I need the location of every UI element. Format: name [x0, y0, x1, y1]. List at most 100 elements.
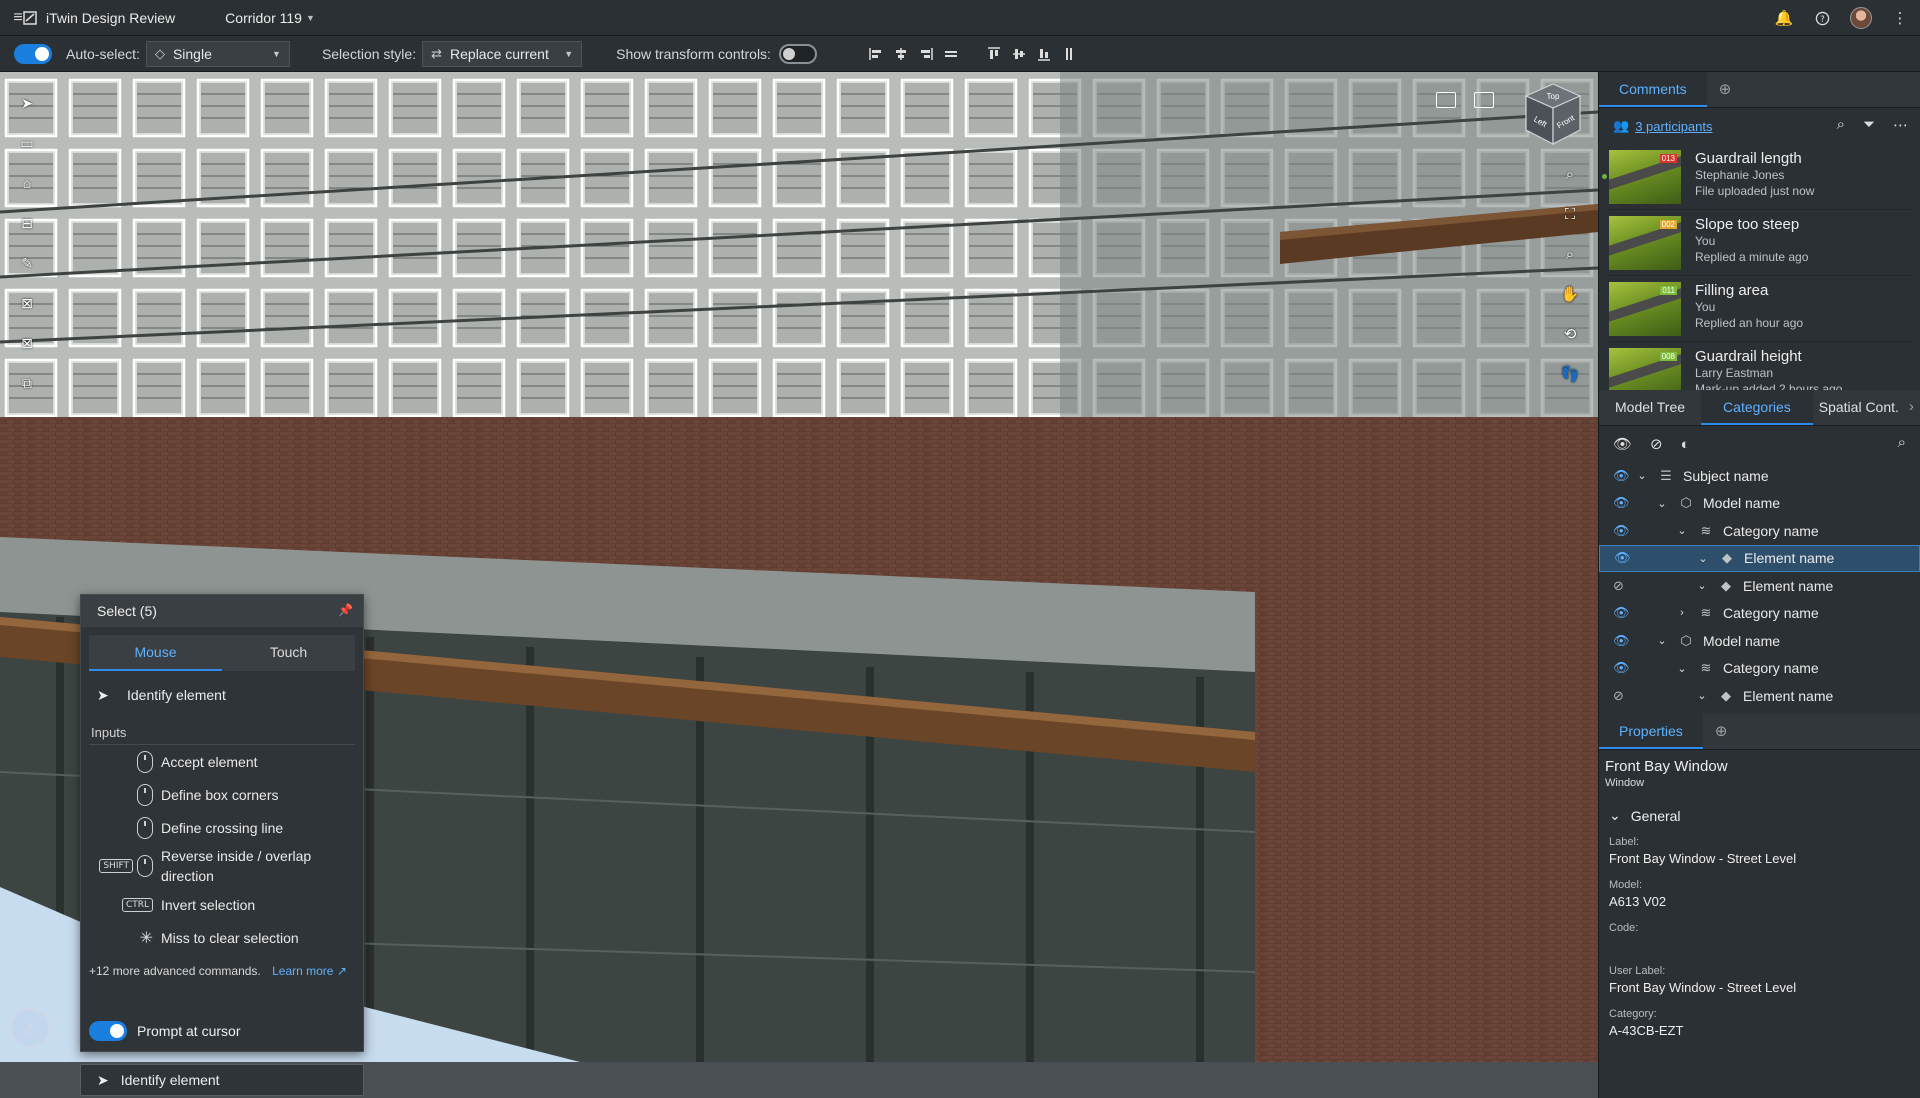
eye-icon[interactable]: 👁	[1613, 495, 1630, 511]
tab-touch[interactable]: Touch	[222, 635, 355, 671]
eye-icon[interactable]: 👁	[1614, 550, 1631, 566]
section-box-icon[interactable]: ⊟	[14, 210, 40, 236]
selection-style-dropdown[interactable]: ⇄ Replace current ▼	[422, 40, 583, 67]
align-middle-icon[interactable]	[1012, 46, 1027, 61]
search-icon[interactable]: ⌕	[1837, 116, 1845, 134]
comment-item[interactable]: 013 Guardrail length Stephanie Jones Fil…	[1602, 144, 1914, 210]
comment-item[interactable]: 002 Slope too steep You Replied a minute…	[1609, 210, 1914, 276]
property-group-general[interactable]: ⌄ General	[1605, 807, 1914, 824]
layers-icon: ≋	[1700, 522, 1712, 538]
prompt-at-cursor-label: Prompt at cursor	[137, 1023, 241, 1039]
eye-hidden-icon[interactable]: ⊘	[1613, 688, 1624, 704]
chevron-down-icon[interactable]: ⌄	[1655, 634, 1669, 647]
chevron-right-icon[interactable]: ›	[1675, 607, 1689, 619]
eye-icon[interactable]: 👁	[1613, 468, 1630, 484]
align-center-horizontal-icon[interactable]	[894, 46, 909, 61]
pan-hand-icon[interactable]: ✋	[1556, 280, 1584, 308]
pin-icon[interactable]: 📌	[338, 603, 353, 617]
align-bottom-icon[interactable]	[1037, 46, 1052, 61]
tree-row[interactable]: 👁 › ≋ Category name	[1599, 600, 1920, 628]
add-tab-icon[interactable]: ⊕	[1707, 72, 1744, 107]
project-selector[interactable]: Corridor 119 ▼	[225, 10, 315, 26]
more-horizontal-icon[interactable]: ⋯	[1893, 116, 1908, 134]
tree-row[interactable]: 👁 ⌄ ☰ Subject name	[1599, 462, 1920, 490]
more-vertical-icon[interactable]: ⋮	[1890, 8, 1910, 28]
status-identify-label: Identify element	[120, 1072, 220, 1088]
tab-model-tree[interactable]: Model Tree	[1599, 390, 1701, 425]
diamond-icon: ◆	[1722, 550, 1732, 566]
comment-item[interactable]: 011 Filling area You Replied an hour ago	[1609, 276, 1914, 342]
prompt-at-cursor-toggle[interactable]	[89, 1021, 127, 1041]
align-top-icon[interactable]	[987, 46, 1002, 61]
tab-categories[interactable]: Categories	[1701, 390, 1813, 425]
comment-tag: 002	[1659, 220, 1677, 229]
comments-tabbar: Comments ⊕	[1599, 72, 1920, 108]
search-icon[interactable]: ⌕	[1898, 434, 1906, 451]
clip-volume-icon[interactable]: ⊠	[14, 290, 40, 316]
chevron-down-icon[interactable]: ⌄	[1655, 497, 1669, 510]
help-icon[interactable]: ?	[1812, 8, 1832, 28]
invert-visibility-icon[interactable]: ◐	[1681, 436, 1690, 453]
tab-comments[interactable]: Comments	[1599, 72, 1707, 107]
filter-icon[interactable]: ⏷	[1863, 116, 1875, 134]
zoom-icon[interactable]: ⌕	[1556, 160, 1584, 188]
participants-link[interactable]: 3 participants	[1635, 119, 1712, 134]
add-tab-icon[interactable]: ⊕	[1703, 714, 1740, 749]
cube-icon: ⬡	[1680, 495, 1692, 511]
comment-item[interactable]: 008 Guardrail height Larry Eastman Mark-…	[1609, 342, 1914, 390]
measure-icon[interactable]: ✎	[14, 250, 40, 276]
show-all-icon[interactable]: 👁	[1613, 435, 1632, 453]
fullscreen-right-icon[interactable]	[1474, 92, 1494, 108]
tree-row[interactable]: ⊘ ⌄ ◆ Element name	[1599, 572, 1920, 600]
compass-logo-icon: ⚓	[10, 1008, 50, 1048]
eye-icon[interactable]: 👁	[1613, 633, 1630, 649]
chevron-right-icon[interactable]: ›	[1905, 390, 1918, 425]
hide-all-icon[interactable]: ⊘	[1650, 435, 1663, 453]
chevron-down-icon[interactable]: ⌄	[1675, 662, 1689, 675]
walk-icon[interactable]: 👣	[1556, 360, 1584, 388]
learn-more-link[interactable]: Learn more ↗	[272, 964, 347, 978]
fit-view-icon[interactable]: ⛶	[1556, 200, 1584, 228]
tree-row-label: Element name	[1744, 550, 1835, 567]
tab-properties[interactable]: Properties	[1599, 714, 1703, 749]
distribute-horizontal-icon[interactable]	[944, 46, 959, 61]
comment-icon[interactable]: ▭	[14, 130, 40, 156]
diamond-icon: ◆	[1721, 577, 1731, 593]
tab-spatial-containment[interactable]: Spatial Cont.	[1813, 390, 1905, 425]
chevron-down-icon[interactable]: ⌄	[1695, 579, 1709, 592]
align-right-icon[interactable]	[919, 46, 934, 61]
zoom-window-icon[interactable]: ⌕	[1556, 240, 1584, 268]
eye-icon[interactable]: 👁	[1613, 605, 1630, 621]
view-cube[interactable]: Top Left Front	[1518, 80, 1588, 150]
eye-icon[interactable]: 👁	[1613, 523, 1630, 539]
tree-row[interactable]: ⊘ ⌄ ◆ Element name	[1599, 682, 1920, 710]
tree-row[interactable]: 👁 ⌄ ⬡ Model name	[1599, 490, 1920, 518]
chevron-down-icon[interactable]: ⌄	[1695, 689, 1709, 702]
tree-row[interactable]: 👁 ⌄ ≋ Category name	[1599, 655, 1920, 683]
chevron-down-icon[interactable]: ⌄	[1696, 552, 1710, 565]
transform-controls-toggle[interactable]	[778, 43, 817, 64]
chevron-down-icon[interactable]: ⌄	[1635, 469, 1649, 482]
eye-icon[interactable]: 👁	[1613, 660, 1630, 676]
rotate-icon[interactable]: ⟲	[1556, 320, 1584, 348]
identify-element-row[interactable]: ➤ Identify element	[81, 675, 363, 715]
shapes-icon[interactable]: ⧉	[14, 370, 40, 396]
select-cursor-icon[interactable]: ➤	[14, 90, 40, 116]
comment-author: Stephanie Jones	[1695, 168, 1785, 182]
notification-bell-icon[interactable]: 🔔	[1774, 8, 1794, 28]
auto-select-dropdown[interactable]: ◇ Single ▼	[145, 40, 290, 67]
tree-row[interactable]: 👁 ⌄ ◆ Element name	[1599, 544, 1920, 572]
chevron-down-icon[interactable]: ⌄	[1675, 524, 1689, 537]
user-avatar[interactable]	[1850, 7, 1872, 29]
auto-select-toggle[interactable]	[14, 43, 52, 64]
section-plane-icon[interactable]: ⌂	[14, 170, 40, 196]
fullscreen-left-icon[interactable]	[1436, 92, 1456, 108]
eye-hidden-icon[interactable]: ⊘	[1613, 578, 1624, 594]
tree-row[interactable]: 👁 ⌄ ⬡ Model name	[1599, 627, 1920, 655]
identify-element-status[interactable]: ➤ Identify element	[80, 1064, 364, 1096]
tree-row[interactable]: 👁 ⌄ ≋ Category name	[1599, 517, 1920, 545]
align-left-icon[interactable]	[869, 46, 884, 61]
clip-shape-icon[interactable]: ⊠	[14, 330, 40, 356]
tab-mouse[interactable]: Mouse	[89, 635, 222, 671]
distribute-vertical-icon[interactable]	[1062, 46, 1077, 61]
